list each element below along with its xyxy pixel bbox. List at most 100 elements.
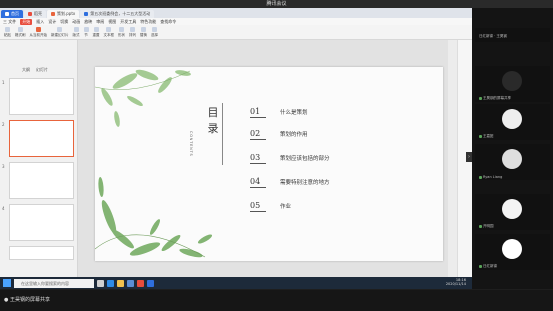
- participant-tile[interactable]: 日红新锦: [475, 234, 550, 270]
- leaf-decoration: [95, 69, 213, 258]
- wps-menu-bar: 三 文件 开始 插入 设计 切换 动画 放映 审阅 视图 开发工具 特色功能 查…: [0, 18, 472, 25]
- docer-icon: [28, 12, 32, 16]
- menu-design[interactable]: 设计: [48, 19, 56, 25]
- ribbon-replace-button[interactable]: 替换: [140, 26, 147, 38]
- slide-thumbnail-selected[interactable]: [9, 120, 74, 157]
- task-view-icon[interactable]: [97, 279, 104, 287]
- ribbon-arrange-button[interactable]: 排列: [129, 26, 136, 38]
- mic-icon: [479, 225, 482, 228]
- new-slide-icon: [57, 26, 63, 32]
- slide-thumbnail[interactable]: [9, 246, 74, 260]
- participant-name: 王昊钢的屏幕共享: [479, 96, 511, 101]
- meeting-app-icon[interactable]: [147, 279, 154, 287]
- windows-taskbar: 在这里输入你要搜索的内容 18:16 2020/11/14: [0, 277, 472, 289]
- toc-entry: 01 什么是策划: [250, 107, 308, 118]
- ribbon-layout-button[interactable]: 版式: [73, 26, 80, 38]
- toc-entry: 02 策划的作用: [250, 129, 308, 140]
- format-painter-icon: [17, 26, 23, 32]
- menu-home[interactable]: 开始: [20, 18, 33, 25]
- doc-file-icon: [84, 12, 89, 16]
- ribbon-format-painter-button[interactable]: 格式刷: [15, 26, 26, 38]
- ppt-file-icon: [51, 12, 55, 16]
- tab-slides[interactable]: 幻灯片: [36, 67, 48, 73]
- slide-thumbnail[interactable]: [9, 78, 74, 115]
- tab-docer[interactable]: 稻壳: [24, 10, 46, 18]
- participant-tile[interactable]: 日红新锦 · 王昊钢: [475, 28, 550, 42]
- menu-review[interactable]: 审阅: [96, 19, 104, 25]
- participant-name: 开明园: [479, 224, 494, 229]
- mic-icon: [479, 175, 482, 179]
- select-icon: [152, 26, 157, 32]
- ribbon-play-from-current-button[interactable]: 从当前开始: [30, 26, 47, 38]
- edge-icon[interactable]: [107, 279, 114, 287]
- slide-thumbnail[interactable]: [9, 162, 74, 199]
- ribbon-textbox-button[interactable]: 文本框: [104, 26, 114, 38]
- menu-slideshow[interactable]: 放映: [84, 19, 92, 25]
- textbox-icon: [106, 26, 112, 32]
- taskbar-clock[interactable]: 18:16 2020/11/14: [446, 278, 466, 286]
- ribbon-select-button[interactable]: 选择: [151, 26, 158, 38]
- slide-thumbnail-panel: [0, 40, 78, 278]
- participant-name: 日红新锦 · 王昊钢: [479, 34, 507, 38]
- toc-entry: 04 需要特别注意的地方: [250, 177, 330, 188]
- collapse-panel-button[interactable]: ›: [466, 152, 472, 162]
- meeting-bottom-bar: ● 王昊钢的屏幕共享: [0, 290, 553, 311]
- wps-ribbon: 粘贴 格式刷 从当前开始 新建幻灯片 版式 节 重置 文本框 形状 排列 替换 …: [0, 25, 472, 40]
- thumb-number: 3: [2, 164, 5, 169]
- wps-app-icon[interactable]: [137, 279, 144, 287]
- current-slide[interactable]: 目录 CONTENTS 01 什么是策划 02 策划的作用 03 策划应该包括的部分 …: [95, 67, 443, 261]
- slide-subtitle: CONTENTS: [189, 131, 193, 157]
- tab-outline[interactable]: 大纲: [22, 67, 30, 73]
- participant-tile[interactable]: 王嘉懿: [475, 104, 550, 140]
- meeting-title-bar: 腾讯会议: [0, 0, 553, 8]
- tab-home[interactable]: 首页: [1, 10, 23, 18]
- participant-name: 王嘉懿: [479, 134, 494, 139]
- participant-avatar: [502, 109, 522, 129]
- play-icon: [35, 26, 41, 32]
- participant-avatar: [502, 71, 522, 91]
- participant-tile[interactable]: Ryan Liang: [475, 144, 550, 180]
- menu-search-command[interactable]: 查找命令: [160, 19, 176, 25]
- title-divider: [222, 103, 223, 165]
- vertical-scrollbar[interactable]: [448, 40, 457, 278]
- participant-tile[interactable]: 开明园: [475, 194, 550, 230]
- ribbon-reset-button[interactable]: 重置: [93, 26, 100, 38]
- screen-share-label: ● 王昊钢的屏幕共享: [4, 297, 50, 303]
- paste-icon: [5, 26, 10, 32]
- mic-icon: [479, 97, 482, 100]
- arrange-icon: [130, 26, 135, 32]
- taskbar-search-box[interactable]: 在这里输入你要搜索的内容: [14, 278, 94, 288]
- ribbon-paste-button[interactable]: 粘贴: [4, 26, 11, 38]
- thumb-number: 2: [2, 122, 5, 127]
- toc-entry: 03 策划应该包括的部分: [250, 153, 330, 164]
- participant-panel: 日红新锦 · 王昊钢 王昊钢的屏幕共享 王嘉懿 Ryan Liang 开明园 日…: [472, 8, 553, 289]
- slide-thumbnail[interactable]: [9, 204, 74, 241]
- tab-doc-file[interactable]: 第五次班委例会，十二五大型活动: [80, 10, 155, 18]
- section-icon: [83, 26, 89, 32]
- wps-home-icon: [5, 12, 9, 16]
- menu-developer[interactable]: 开发工具: [120, 19, 136, 25]
- windows-start-icon[interactable]: [3, 279, 11, 287]
- wps-tab-bar: 首页 稻壳 策划.pptx 第五次班委例会，十二五大型活动: [0, 8, 472, 18]
- mic-icon: [479, 135, 482, 138]
- menu-transitions[interactable]: 切换: [60, 19, 68, 25]
- menu-file[interactable]: 三 文件: [3, 19, 16, 25]
- toc-entry: 05 作业: [250, 201, 292, 212]
- mic-icon: [479, 265, 482, 268]
- ribbon-shape-button[interactable]: 形状: [118, 26, 125, 38]
- ribbon-new-slide-button[interactable]: 新建幻灯片: [51, 26, 69, 38]
- participant-tile[interactable]: 王昊钢的屏幕共享: [475, 66, 550, 102]
- menu-animations[interactable]: 动画: [72, 19, 80, 25]
- thumb-number: 1: [2, 80, 5, 85]
- slide-title: 目录: [207, 106, 219, 135]
- menu-insert[interactable]: 插入: [36, 19, 44, 25]
- replace-icon: [141, 26, 146, 32]
- file-explorer-icon[interactable]: [117, 279, 124, 287]
- participant-avatar: [502, 239, 522, 259]
- ribbon-section-button[interactable]: 节: [83, 26, 89, 38]
- tab-ppt-file[interactable]: 策划.pptx: [47, 10, 80, 18]
- participant-name: Ryan Liang: [479, 175, 502, 179]
- store-icon[interactable]: [127, 279, 134, 287]
- menu-view[interactable]: 视图: [108, 19, 116, 25]
- menu-special[interactable]: 特色功能: [140, 19, 156, 25]
